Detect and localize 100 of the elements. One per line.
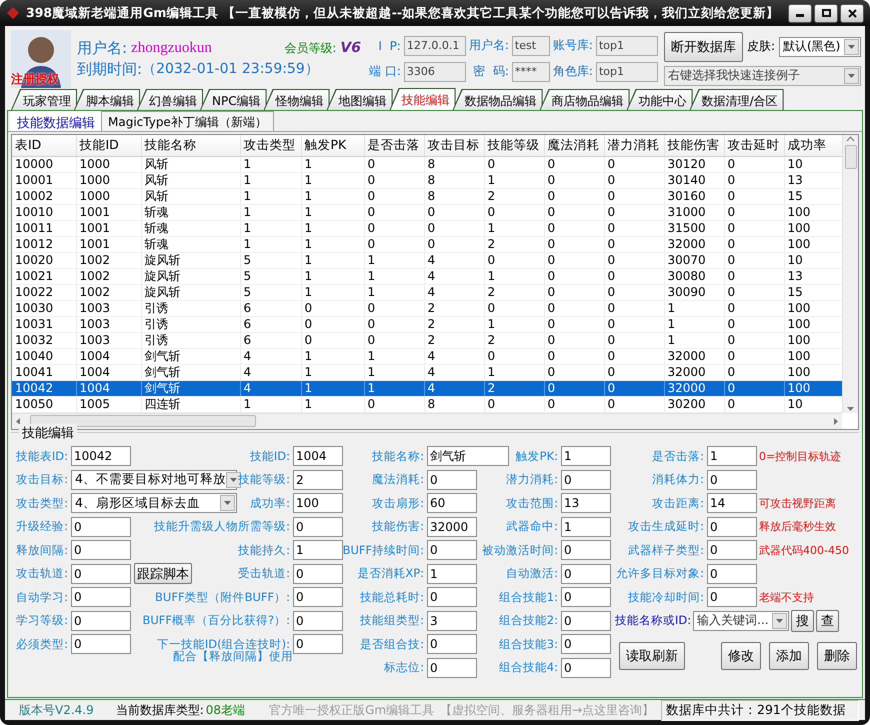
input-field[interactable]: 0 bbox=[707, 540, 757, 560]
column-header[interactable]: 是否击落 bbox=[364, 135, 424, 156]
column-header[interactable]: 技能伤害 bbox=[664, 135, 724, 156]
input-field[interactable]: 0 bbox=[427, 634, 477, 654]
column-header[interactable]: 成功率 bbox=[784, 135, 842, 156]
input-field[interactable]: 0 bbox=[71, 540, 131, 560]
input-field[interactable]: 13 bbox=[561, 493, 611, 514]
table-row[interactable]: 10002 1000 风斩 1 1 0 8 2 0 0 30160 0 15 bbox=[12, 188, 842, 204]
column-header[interactable]: 潜力消耗 bbox=[604, 135, 664, 156]
table-row[interactable]: 10032 1003 引诱 6 0 0 2 2 0 0 1 0 100 bbox=[12, 332, 842, 348]
search-button[interactable]: 查 bbox=[816, 610, 840, 632]
table-row[interactable]: 10042 1004 剑气斩 4 1 1 4 2 0 0 32000 0 100 bbox=[12, 380, 842, 396]
input-field[interactable]: 0 bbox=[71, 516, 131, 537]
tab[interactable]: 数据清理/合区 bbox=[690, 89, 784, 110]
table-row[interactable]: 10010 1001 斩魂 1 1 0 0 0 0 0 31000 0 100 bbox=[12, 204, 842, 220]
table-row[interactable]: 10020 1002 旋风斩 5 1 1 4 0 0 0 30070 0 10 bbox=[12, 252, 842, 268]
action-button[interactable]: 添加 bbox=[769, 642, 809, 670]
input-field[interactable]: 60 bbox=[427, 493, 477, 514]
table-row[interactable]: 10040 1004 剑气斩 4 1 1 4 0 0 0 32000 0 100 bbox=[12, 348, 842, 364]
scroll-left-icon[interactable] bbox=[14, 416, 22, 426]
input-field[interactable]: 0 bbox=[561, 610, 611, 631]
input-field[interactable]: 1 bbox=[427, 564, 477, 584]
input-field[interactable]: 0 bbox=[427, 470, 477, 490]
column-header[interactable]: 技能名称 bbox=[141, 135, 240, 156]
input-field[interactable]: 0 bbox=[71, 634, 131, 654]
trace-script-button[interactable]: 跟踪脚本 bbox=[134, 563, 192, 584]
action-button[interactable]: 修改 bbox=[721, 642, 761, 670]
input-field[interactable]: 0 bbox=[71, 587, 131, 608]
column-header[interactable]: 魔法消耗 bbox=[544, 135, 604, 156]
input-field[interactable]: 14 bbox=[707, 493, 757, 514]
input-field[interactable]: 32000 bbox=[427, 516, 477, 537]
input-field[interactable]: 0 bbox=[293, 634, 343, 654]
column-header[interactable]: 技能ID bbox=[76, 135, 141, 156]
table-row[interactable]: 10000 1000 风斩 1 1 0 8 0 0 0 30120 0 10 bbox=[12, 156, 842, 172]
input-field[interactable]: 0 bbox=[707, 470, 757, 490]
input-field[interactable]: 0 bbox=[561, 587, 611, 608]
input-field[interactable]: 0 bbox=[561, 470, 611, 490]
table-row[interactable]: 10050 1005 四连斩 1 1 0 8 0 0 0 30200 0 10 bbox=[12, 396, 842, 412]
column-header[interactable]: 技能等级 bbox=[484, 135, 544, 156]
input-field[interactable]: 0 bbox=[707, 564, 757, 584]
input-field[interactable]: 0 bbox=[427, 540, 477, 560]
dropdown[interactable]: 4、扇形区域目标去血 bbox=[71, 493, 237, 514]
input-field[interactable]: 1 bbox=[707, 446, 757, 466]
input-field[interactable]: 3 bbox=[427, 610, 477, 631]
input-field[interactable]: 0 bbox=[71, 564, 131, 584]
input-field[interactable]: 0 bbox=[293, 587, 343, 608]
tab[interactable]: 幻兽编辑 bbox=[137, 89, 203, 110]
maximize-button[interactable] bbox=[814, 4, 838, 22]
input-field[interactable]: 0 bbox=[561, 634, 611, 654]
input-field[interactable]: 1 bbox=[293, 540, 343, 560]
column-header[interactable]: 攻击延时 bbox=[724, 135, 784, 156]
search-field[interactable]: 输入关键词... bbox=[693, 610, 790, 631]
table-row[interactable]: 10012 1001 斩魂 1 1 0 0 2 0 0 32000 0 100 bbox=[12, 236, 842, 252]
input-field[interactable]: 0 bbox=[293, 610, 343, 631]
table-row[interactable]: 10001 1000 风斩 1 1 0 8 1 0 0 30140 0 13 bbox=[12, 172, 842, 188]
table-row[interactable]: 10030 1003 引诱 6 0 0 2 0 0 0 1 0 100 bbox=[12, 300, 842, 316]
tab[interactable]: NPC编辑 bbox=[200, 89, 267, 110]
input-field[interactable]: 0 bbox=[427, 658, 477, 678]
input-field[interactable]: 剑气斩 bbox=[427, 446, 509, 466]
table-row[interactable]: 10041 1004 剑气斩 4 1 1 4 1 0 0 32000 0 100 bbox=[12, 364, 842, 380]
close-button[interactable] bbox=[840, 4, 864, 22]
tab[interactable]: 脚本编辑 bbox=[74, 89, 140, 110]
input-field[interactable]: 0 bbox=[707, 587, 757, 608]
vertical-scrollbar[interactable] bbox=[842, 135, 858, 412]
tab[interactable]: 商店物品编辑 bbox=[540, 89, 630, 110]
action-button[interactable]: 读取刷新 bbox=[619, 642, 685, 670]
input-field[interactable]: 1 bbox=[561, 516, 611, 537]
table-row[interactable]: 10011 1001 斩魂 1 1 0 0 1 0 0 31500 0 100 bbox=[12, 220, 842, 236]
input-field[interactable]: 0 bbox=[561, 540, 611, 560]
input-field[interactable]: 2 bbox=[293, 470, 343, 490]
scroll-right-icon[interactable] bbox=[832, 416, 840, 426]
input-field[interactable]: 100 bbox=[293, 493, 343, 514]
action-button[interactable]: 删除 bbox=[817, 642, 857, 670]
input-field[interactable]: 0 bbox=[561, 564, 611, 584]
input-field[interactable]: 0 bbox=[561, 658, 611, 678]
input-field[interactable]: 0 bbox=[427, 587, 477, 608]
column-header[interactable]: 攻击目标 bbox=[424, 135, 484, 156]
scroll-up-icon[interactable] bbox=[846, 135, 855, 143]
tab[interactable]: 地图编辑 bbox=[326, 89, 393, 110]
tab[interactable]: 数据物品编辑 bbox=[452, 89, 543, 110]
input-field[interactable]: 1 bbox=[561, 446, 611, 466]
input-field[interactable]: 0 bbox=[293, 516, 343, 537]
column-header[interactable]: 攻击类型 bbox=[240, 135, 301, 156]
minimize-button[interactable] bbox=[788, 4, 812, 22]
table-row[interactable]: 10021 1002 旋风斩 5 1 1 4 1 0 0 30080 0 13 bbox=[12, 268, 842, 284]
table-row[interactable]: 10031 1003 引诱 6 0 0 2 1 0 0 1 0 100 bbox=[12, 316, 842, 332]
tab[interactable]: 怪物编辑 bbox=[264, 89, 330, 110]
search-button[interactable]: 搜 bbox=[791, 610, 814, 632]
input-field[interactable]: 10042 bbox=[71, 446, 131, 466]
tab[interactable]: 技能编辑 bbox=[390, 88, 456, 110]
input-field[interactable]: 0 bbox=[293, 564, 343, 584]
tab[interactable]: MagicType补丁编辑（新端） bbox=[101, 111, 274, 131]
skin-dropdown[interactable]: 默认(黑色) bbox=[779, 36, 861, 56]
tab[interactable]: 玩家管理 bbox=[11, 89, 77, 110]
table-row[interactable]: 10022 1002 旋风斩 5 1 1 4 2 0 0 30090 0 15 bbox=[12, 284, 842, 300]
scroll-down-icon[interactable] bbox=[846, 404, 855, 412]
column-header[interactable]: 表ID bbox=[12, 135, 76, 156]
scrollbar-thumb[interactable] bbox=[844, 145, 856, 169]
tab[interactable]: 功能中心 bbox=[626, 89, 693, 110]
input-field[interactable]: 1004 bbox=[293, 446, 343, 466]
